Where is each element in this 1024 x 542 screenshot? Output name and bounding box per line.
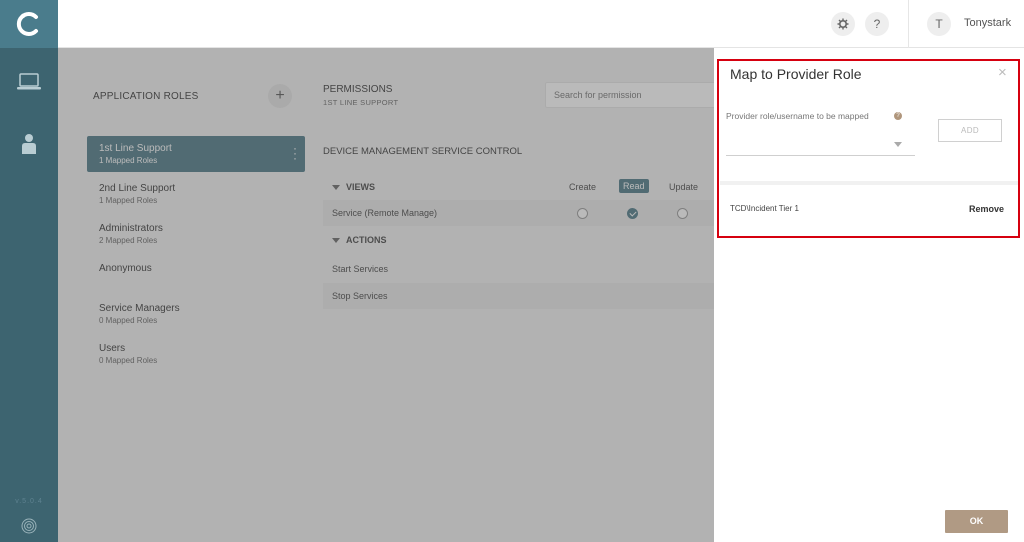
laptop-icon bbox=[17, 73, 41, 90]
remove-button[interactable]: Remove bbox=[969, 204, 1004, 214]
provider-role-select[interactable] bbox=[726, 132, 915, 156]
left-rail: v.5.0.4 bbox=[0, 0, 58, 542]
mapped-list-divider bbox=[720, 181, 1018, 185]
close-icon[interactable]: × bbox=[998, 64, 1007, 82]
user-icon bbox=[22, 134, 36, 154]
gear-icon bbox=[837, 18, 849, 30]
help-icon[interactable]: ? bbox=[894, 112, 902, 120]
users-nav[interactable] bbox=[0, 133, 58, 155]
mapped-role-name: TCD\Incident Tier 1 bbox=[730, 204, 799, 213]
help-button[interactable]: ? bbox=[865, 12, 889, 36]
topbar-divider bbox=[908, 0, 909, 48]
app-logo[interactable] bbox=[0, 0, 58, 48]
settings-button[interactable] bbox=[831, 12, 855, 36]
top-bar: ? T Tonystark bbox=[58, 0, 1024, 48]
chevron-down-icon bbox=[894, 142, 902, 147]
logo-c-icon bbox=[16, 12, 38, 36]
dialog-title: Map to Provider Role bbox=[730, 66, 862, 82]
version-label: v.5.0.4 bbox=[15, 498, 43, 505]
ok-button[interactable]: OK bbox=[945, 510, 1008, 533]
user-name[interactable]: Tonystark bbox=[964, 17, 1011, 29]
modal-backdrop[interactable] bbox=[58, 48, 714, 542]
devices-nav[interactable] bbox=[0, 72, 58, 92]
fingerprint-icon bbox=[21, 518, 37, 534]
provider-role-label: Provider role/username to be mapped bbox=[726, 111, 869, 121]
fingerprint-nav[interactable] bbox=[0, 518, 58, 534]
avatar[interactable]: T bbox=[927, 12, 951, 36]
add-button[interactable]: ADD bbox=[938, 119, 1002, 142]
